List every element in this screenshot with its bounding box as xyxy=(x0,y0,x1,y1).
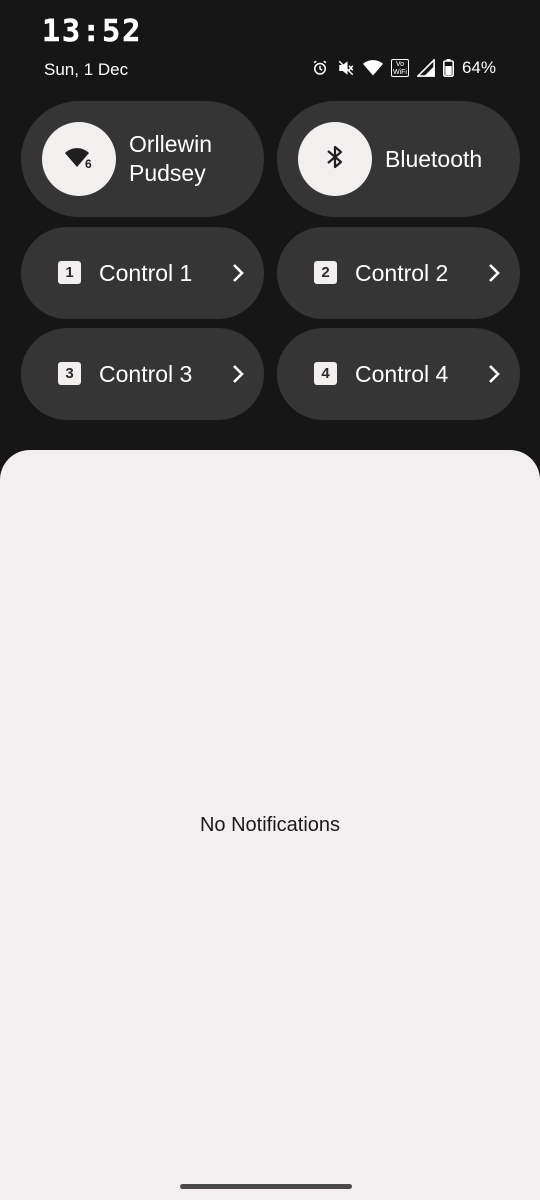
status-clock: 13:52 xyxy=(42,14,143,50)
wifi-icon xyxy=(362,59,383,77)
wifi-6-icon: 6 xyxy=(64,144,94,175)
control-tile-4[interactable]: 4 Control 4 xyxy=(277,328,520,420)
control-tile-2[interactable]: 2 Control 2 xyxy=(277,227,520,319)
no-notifications-text: No Notifications xyxy=(199,814,341,836)
control-tile-label: Control 2 xyxy=(355,259,449,286)
battery-icon xyxy=(442,59,454,77)
wifi-toggle[interactable]: 6 xyxy=(42,122,116,196)
control-3-number-icon: 3 xyxy=(58,362,81,385)
bluetooth-icon xyxy=(325,143,345,176)
control-4-number-icon: 4 xyxy=(314,362,337,385)
control-tile-label: Control 1 xyxy=(99,259,193,286)
control-tile-3[interactable]: 3 Control 3 xyxy=(21,328,264,420)
signal-icon xyxy=(416,59,435,77)
control-tile-label: Control 3 xyxy=(99,360,193,387)
bluetooth-tile[interactable]: Bluetooth xyxy=(277,101,520,217)
control-1-number-icon: 1 xyxy=(58,261,81,284)
svg-text:6: 6 xyxy=(85,157,92,170)
wifi-tile-label: Orllewin Pudsey xyxy=(129,131,213,186)
chevron-right-icon xyxy=(232,364,244,389)
status-date[interactable]: Sun, 1 Dec xyxy=(44,60,128,80)
bluetooth-tile-label: Bluetooth xyxy=(385,145,483,172)
quick-settings-screen: 13:52 Sun, 1 Dec Vo WiFi 64% 6 Orllewin … xyxy=(0,0,540,1200)
alarm-icon xyxy=(311,59,329,77)
status-icons: Vo WiFi 64% xyxy=(311,58,496,78)
control-tile-1[interactable]: 1 Control 1 xyxy=(21,227,264,319)
gesture-nav-handle[interactable] xyxy=(180,1184,352,1189)
bluetooth-toggle[interactable] xyxy=(298,122,372,196)
chevron-right-icon xyxy=(488,364,500,389)
mute-icon xyxy=(337,59,355,77)
control-2-number-icon: 2 xyxy=(314,261,337,284)
notification-shade[interactable]: No Notifications xyxy=(0,450,540,1200)
wifi-tile[interactable]: 6 Orllewin Pudsey xyxy=(21,101,264,217)
chevron-right-icon xyxy=(232,263,244,288)
control-tile-label: Control 4 xyxy=(355,360,449,387)
vowifi-icon: Vo WiFi xyxy=(390,59,409,77)
chevron-right-icon xyxy=(488,263,500,288)
battery-percent: 64% xyxy=(461,58,496,77)
